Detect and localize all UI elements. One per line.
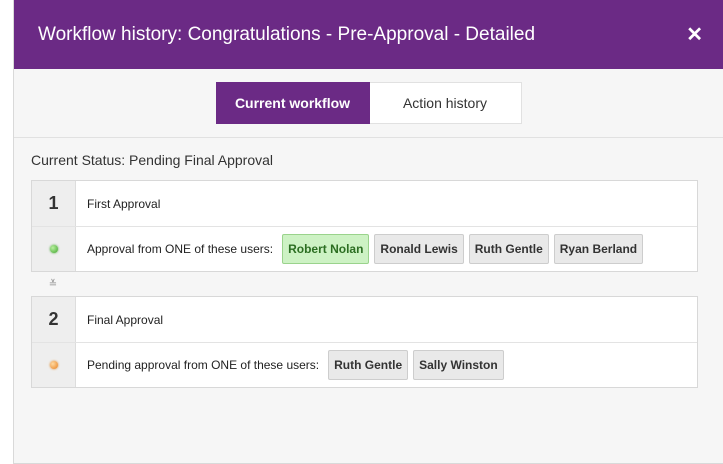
tabs-bar: Current workflow Action history [14,69,723,138]
step-approvers: Pending approval from ONE of these users… [76,343,697,387]
user-chip-robert-nolan[interactable]: Robert Nolan [282,234,370,264]
approval-text: Pending approval from ONE of these users… [87,358,320,372]
step-header-row: 1 First Approval [32,181,697,226]
step-number: 2 [48,309,59,329]
step-number-cell: 2 [32,297,76,342]
user-chip-ruth-gentle[interactable]: Ruth Gentle [328,350,409,380]
tab-action-history[interactable]: Action history [369,82,522,124]
step-name: Final Approval [76,297,697,342]
tab-current-workflow[interactable]: Current workflow [215,82,370,124]
user-chip-ruth-gentle[interactable]: Ruth Gentle [468,234,549,264]
workflow-history-modal: Workflow history: Congratulations - Pre-… [13,0,723,464]
workflow-step-1: 1 First Approval Approval from ONE of th… [31,180,698,272]
step-approval-row: Approval from ONE of these users: Robert… [32,226,697,271]
pending-status-icon [49,361,58,369]
step-status-cell [32,343,76,387]
approved-status-icon [49,245,58,253]
step-number-cell: 1 [32,181,76,226]
step-name-label: First Approval [87,196,161,211]
modal-header: Workflow history: Congratulations - Pre-… [14,0,723,69]
step-number: 1 [48,193,59,213]
step-name-label: Final Approval [87,312,164,327]
close-icon[interactable]: ✕ [686,22,703,47]
step-header-row: 2 Final Approval [32,297,697,342]
chevron-down-icon: ≚ [48,278,58,290]
step-name: First Approval [76,181,697,226]
approval-text: Approval from ONE of these users: [87,242,274,256]
user-chip-ryan-berland[interactable]: Ryan Berland [553,234,644,264]
modal-title: Workflow history: Congratulations - Pre-… [38,23,536,45]
workflow-step-2: 2 Final Approval Pending approval from O… [31,296,698,388]
step-approvers: Approval from ONE of these users: Robert… [76,227,697,271]
user-chip-sally-winston[interactable]: Sally Winston [413,350,504,380]
current-status-text: Current Status: Pending Final Approval [31,152,274,168]
step-status-cell [32,227,76,271]
user-chip-ronald-lewis[interactable]: Ronald Lewis [374,234,464,264]
step-approval-row: Pending approval from ONE of these users… [32,342,697,387]
